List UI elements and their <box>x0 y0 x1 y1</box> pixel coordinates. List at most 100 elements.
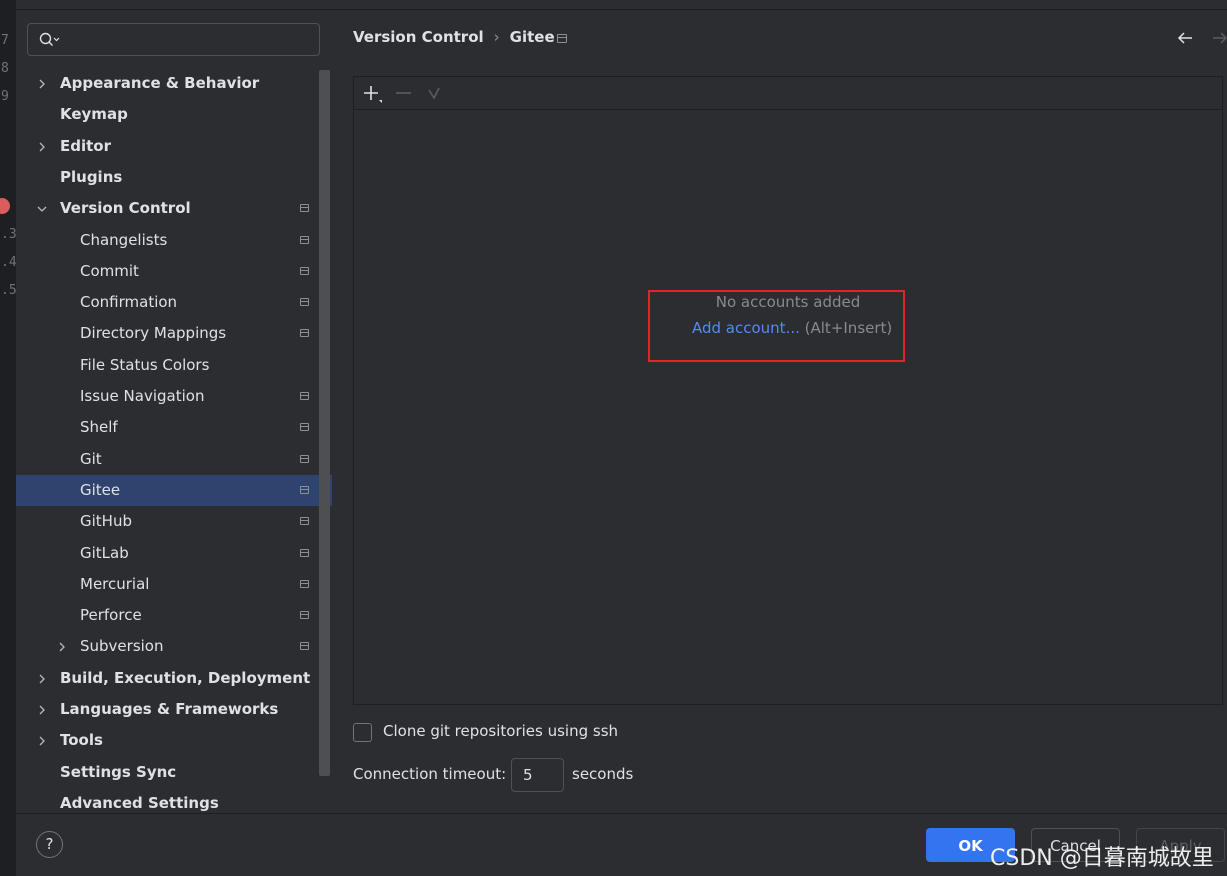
sidebar-item[interactable]: Languages & Frameworks <box>16 694 332 725</box>
line-number: .5 <box>1 283 17 298</box>
project-settings-icon <box>300 236 309 244</box>
sidebar-item-label: Languages & Frameworks <box>60 700 279 718</box>
sidebar-item-label: Build, Execution, Deployment <box>60 669 311 687</box>
chevron-right-icon[interactable] <box>36 704 48 716</box>
sidebar-item-label: Settings Sync <box>60 763 177 781</box>
project-settings-icon <box>300 580 309 588</box>
chevron-right-icon[interactable] <box>36 78 48 90</box>
sidebar-item-label: Keymap <box>60 105 128 123</box>
sidebar-item[interactable]: GitHub <box>16 506 332 537</box>
sidebar-item-label: Git <box>80 450 102 468</box>
sidebar-item[interactable]: Keymap <box>16 99 332 130</box>
sidebar-item[interactable]: File Status Colors <box>16 350 332 381</box>
help-button[interactable]: ? <box>36 831 63 858</box>
sidebar-item-label: Changelists <box>80 231 168 249</box>
sidebar-item[interactable]: Advanced Settings <box>16 788 332 819</box>
sidebar-item-label: Appearance & Behavior <box>60 74 260 92</box>
sidebar-item-label: GitLab <box>80 544 129 562</box>
settings-search-input[interactable] <box>27 23 320 56</box>
connection-timeout-input[interactable]: 5 <box>511 758 564 792</box>
minus-icon[interactable] <box>394 84 414 104</box>
sidebar-item[interactable]: Confirmation <box>16 287 332 318</box>
project-settings-icon <box>300 329 309 337</box>
check-icon[interactable] <box>426 84 446 104</box>
accounts-toolbar <box>354 77 1222 110</box>
sidebar-item[interactable]: Plugins <box>16 162 332 193</box>
footer-divider <box>16 813 1227 814</box>
sidebar-scrollbar[interactable] <box>319 70 330 776</box>
sidebar-item-label: Plugins <box>60 168 123 186</box>
chevron-right-icon[interactable] <box>36 673 48 685</box>
sidebar-item[interactable]: Appearance & Behavior <box>16 68 332 99</box>
sidebar-item[interactable]: Directory Mappings <box>16 318 332 349</box>
sidebar-item[interactable]: GitLab <box>16 538 332 569</box>
sidebar-item-label: Directory Mappings <box>80 324 227 342</box>
project-settings-icon <box>300 517 309 525</box>
connection-timeout-unit: seconds <box>572 765 634 783</box>
project-settings-icon <box>300 611 309 619</box>
sidebar-item[interactable]: Editor <box>16 131 332 162</box>
project-settings-icon <box>300 267 309 275</box>
project-settings-icon <box>300 392 309 400</box>
project-settings-icon <box>300 549 309 557</box>
arrow-right-icon[interactable] <box>1211 30 1227 46</box>
clone-ssh-checkbox[interactable] <box>353 723 372 742</box>
sidebar-item-label: Shelf <box>80 418 118 436</box>
chevron-down-icon[interactable] <box>36 203 48 215</box>
breakpoint-icon <box>0 198 10 214</box>
sidebar-item-label: Version Control <box>60 199 191 217</box>
clone-ssh-label[interactable]: Clone git repositories using ssh <box>383 722 618 740</box>
sidebar-item-label: Advanced Settings <box>60 794 219 812</box>
sidebar-item[interactable]: Changelists <box>16 225 332 256</box>
chevron-right-icon[interactable] <box>56 641 68 653</box>
arrow-left-icon[interactable] <box>1176 30 1194 46</box>
sidebar-item[interactable]: Gitee <box>16 475 332 506</box>
project-settings-icon <box>300 423 309 431</box>
line-number: 7 <box>1 33 9 48</box>
breadcrumb: Version Control › Gitee <box>353 28 555 46</box>
project-settings-icon <box>300 204 309 212</box>
plus-icon[interactable] <box>362 84 384 104</box>
sidebar-item[interactable]: Settings Sync <box>16 757 332 788</box>
sidebar-item-label: GitHub <box>80 512 132 530</box>
add-account-shortcut: (Alt+Insert) <box>804 319 893 337</box>
sidebar-item-label: Editor <box>60 137 111 155</box>
empty-accounts-text: No accounts added <box>715 293 861 311</box>
sidebar-item-label: Tools <box>60 731 103 749</box>
settings-dialog: Appearance & Behavior Keymap Editor Plugins… <box>16 0 1227 876</box>
add-account-link[interactable]: Add account... <box>692 319 800 337</box>
sidebar-item[interactable]: Shelf <box>16 412 332 443</box>
sidebar-item-label: Confirmation <box>80 293 178 311</box>
chevron-right-icon[interactable] <box>36 735 48 747</box>
sidebar-item[interactable]: Build, Execution, Deployment <box>16 663 332 694</box>
sidebar-item[interactable]: Version Control <box>16 193 332 224</box>
sidebar-item[interactable]: Mercurial <box>16 569 332 600</box>
chevron-right-icon[interactable] <box>36 141 48 153</box>
search-icon <box>39 32 60 46</box>
project-settings-icon <box>300 455 309 463</box>
sidebar-item-label: Subversion <box>80 637 164 655</box>
sidebar-item[interactable]: Tools <box>16 725 332 756</box>
sidebar-item[interactable]: Commit <box>16 256 332 287</box>
sidebar-item-label: Perforce <box>80 606 142 624</box>
project-settings-icon <box>300 642 309 650</box>
sidebar-item[interactable]: Issue Navigation <box>16 381 332 412</box>
breadcrumb-current: Gitee <box>509 28 555 46</box>
accounts-panel <box>353 76 1223 705</box>
sidebar-item-label: File Status Colors <box>80 356 210 374</box>
connection-timeout-label: Connection timeout: <box>353 765 507 783</box>
project-settings-icon <box>300 298 309 306</box>
breadcrumb-separator: › <box>493 28 500 46</box>
line-number: .4 <box>1 255 17 270</box>
dialog-title-bar <box>16 0 1227 10</box>
sidebar-item-label: Commit <box>80 262 139 280</box>
sidebar-item[interactable]: Git <box>16 444 332 475</box>
line-number: 8 <box>1 61 9 76</box>
breadcrumb-parent[interactable]: Version Control <box>353 28 484 46</box>
add-account-row: Add account... (Alt+Insert) <box>692 319 892 337</box>
watermark: CSDN @日暮南城故里 <box>990 846 1214 871</box>
line-number: .3 <box>1 227 17 242</box>
sidebar-item[interactable]: Subversion <box>16 631 332 662</box>
sidebar-item[interactable]: Perforce <box>16 600 332 631</box>
sidebar-item-label: Gitee <box>80 481 121 499</box>
